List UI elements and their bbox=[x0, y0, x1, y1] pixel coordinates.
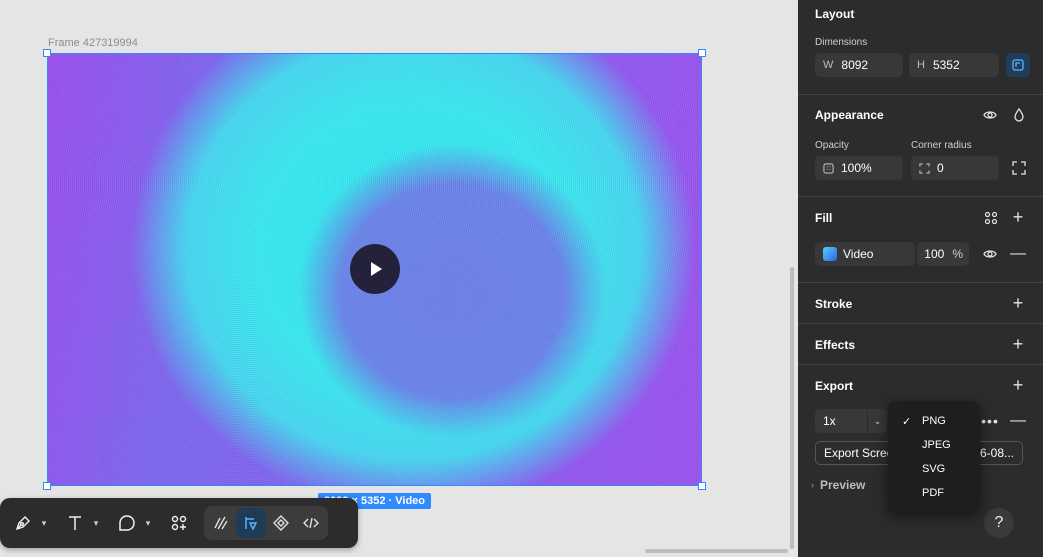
opacity-value[interactable]: 100% bbox=[841, 161, 872, 175]
fill-styles-button[interactable] bbox=[980, 207, 1002, 229]
pen-icon[interactable] bbox=[8, 508, 38, 538]
chevron-down-icon[interactable]: ▾ bbox=[38, 518, 50, 529]
format-option-svg[interactable]: SVG bbox=[888, 457, 980, 481]
export-button-label: Export Scree bbox=[824, 446, 894, 460]
format-option-pdf[interactable]: PDF bbox=[888, 481, 980, 505]
height-value[interactable]: 5352 bbox=[933, 58, 960, 72]
play-button[interactable] bbox=[350, 244, 400, 294]
add-export-button[interactable]: + bbox=[1007, 374, 1029, 396]
dimensions-label: Dimensions bbox=[815, 37, 868, 48]
constrain-proportions-button[interactable] bbox=[1006, 53, 1030, 77]
bottom-toolbar: ▾ ▾ ▾ bbox=[0, 498, 358, 548]
export-filename-suffix: 6-08... bbox=[980, 446, 1015, 460]
design-icon[interactable] bbox=[236, 508, 266, 538]
canvas[interactable]: Frame 427319994 8092 × 5352 · Video bbox=[0, 0, 798, 557]
expand-corners-icon bbox=[1012, 161, 1026, 175]
text-tool[interactable]: ▾ bbox=[60, 506, 112, 540]
appearance-section: Appearance Opacity Corner radius 100% 0 bbox=[798, 94, 1043, 196]
drop-icon bbox=[1014, 108, 1024, 122]
components-tool[interactable] bbox=[164, 506, 194, 540]
opacity-label: Opacity bbox=[815, 140, 849, 151]
fill-opacity-unit: % bbox=[952, 247, 963, 261]
frame-label[interactable]: Frame 427319994 bbox=[48, 37, 138, 49]
export-settings-button[interactable]: ••• bbox=[979, 410, 1001, 432]
shape-tool[interactable]: ▾ bbox=[112, 506, 164, 540]
eye-icon bbox=[983, 250, 997, 258]
more-icon: ••• bbox=[981, 413, 999, 429]
fill-section: Fill + Video 100 % — bbox=[798, 196, 1043, 282]
add-stroke-button[interactable]: + bbox=[1007, 292, 1029, 314]
export-scale-field[interactable]: 1x ⌄ bbox=[815, 409, 887, 433]
height-label: H bbox=[917, 59, 925, 71]
effects-section: Effects + bbox=[798, 323, 1043, 364]
appearance-title: Appearance bbox=[815, 108, 884, 122]
resize-handle-bottom-left[interactable] bbox=[43, 482, 51, 490]
mode-switcher bbox=[204, 506, 328, 540]
export-title: Export bbox=[815, 379, 854, 393]
independent-corners-button[interactable] bbox=[1008, 157, 1030, 179]
checkmark-icon: ✓ bbox=[902, 415, 912, 428]
corner-radius-field[interactable]: 0 bbox=[911, 156, 999, 180]
fill-visibility-toggle[interactable] bbox=[979, 243, 1001, 265]
corner-radius-label: Corner radius bbox=[911, 140, 972, 151]
remove-export-button[interactable]: — bbox=[1007, 410, 1029, 432]
help-button[interactable]: ? bbox=[984, 508, 1014, 538]
height-field[interactable]: H 5352 bbox=[909, 53, 999, 77]
resize-lock-icon bbox=[1012, 59, 1024, 71]
width-field[interactable]: W 8092 bbox=[815, 53, 903, 77]
preview-label: Preview bbox=[820, 478, 866, 492]
format-option-jpeg[interactable]: JPEG bbox=[888, 433, 980, 457]
opacity-field[interactable]: 100% bbox=[815, 156, 903, 180]
corner-radius-icon bbox=[919, 162, 930, 174]
resize-handle-top-right[interactable] bbox=[698, 49, 706, 57]
chevron-down-icon[interactable]: ⌄ bbox=[867, 409, 887, 433]
stroke-title: Stroke bbox=[815, 297, 853, 311]
resize-handle-top-left[interactable] bbox=[43, 49, 51, 57]
styles-grid-icon bbox=[984, 211, 998, 225]
prototype-icon[interactable] bbox=[266, 508, 296, 538]
play-icon bbox=[371, 262, 382, 276]
code-icon[interactable] bbox=[296, 508, 326, 538]
shape-icon[interactable] bbox=[112, 508, 142, 538]
export-scale-value[interactable]: 1x bbox=[823, 414, 836, 428]
pen-tool[interactable]: ▾ bbox=[8, 506, 60, 540]
width-label: W bbox=[823, 59, 834, 71]
blend-mode-button[interactable] bbox=[1008, 104, 1030, 126]
fill-opacity-value[interactable]: 100 bbox=[924, 247, 944, 261]
export-format-menu: ✓ PNG JPEG SVG PDF bbox=[888, 401, 980, 513]
horizontal-scrollbar[interactable] bbox=[645, 549, 788, 553]
remove-fill-button[interactable]: — bbox=[1007, 243, 1029, 265]
chevron-down-icon[interactable]: ▾ bbox=[142, 518, 154, 529]
fill-title: Fill bbox=[815, 211, 833, 225]
chevron-down-icon[interactable]: ▾ bbox=[90, 518, 102, 529]
fill-type-value[interactable]: Video bbox=[843, 247, 873, 261]
preview-toggle[interactable]: › Preview bbox=[811, 478, 865, 492]
chevron-right-icon: › bbox=[811, 480, 814, 490]
visibility-toggle[interactable] bbox=[979, 104, 1001, 126]
fill-opacity-field[interactable]: 100 % bbox=[917, 242, 969, 266]
opacity-icon bbox=[823, 162, 834, 174]
eye-icon bbox=[983, 111, 997, 119]
add-effect-button[interactable]: + bbox=[1007, 333, 1029, 355]
effects-title: Effects bbox=[815, 338, 856, 352]
components-icon[interactable] bbox=[164, 508, 194, 538]
layout-title: Layout bbox=[815, 7, 855, 21]
vertical-scrollbar[interactable] bbox=[790, 267, 794, 549]
width-value[interactable]: 8092 bbox=[841, 58, 868, 72]
draw-icon[interactable] bbox=[206, 508, 236, 538]
video-fill-swatch-icon bbox=[823, 247, 837, 261]
format-option-png[interactable]: ✓ PNG bbox=[888, 409, 980, 433]
fill-type-field[interactable]: Video bbox=[815, 242, 915, 266]
text-icon[interactable] bbox=[60, 508, 90, 538]
stroke-section: Stroke + bbox=[798, 282, 1043, 323]
corner-radius-value[interactable]: 0 bbox=[937, 161, 944, 175]
resize-handle-bottom-right[interactable] bbox=[698, 482, 706, 490]
add-fill-button[interactable]: + bbox=[1007, 206, 1029, 228]
